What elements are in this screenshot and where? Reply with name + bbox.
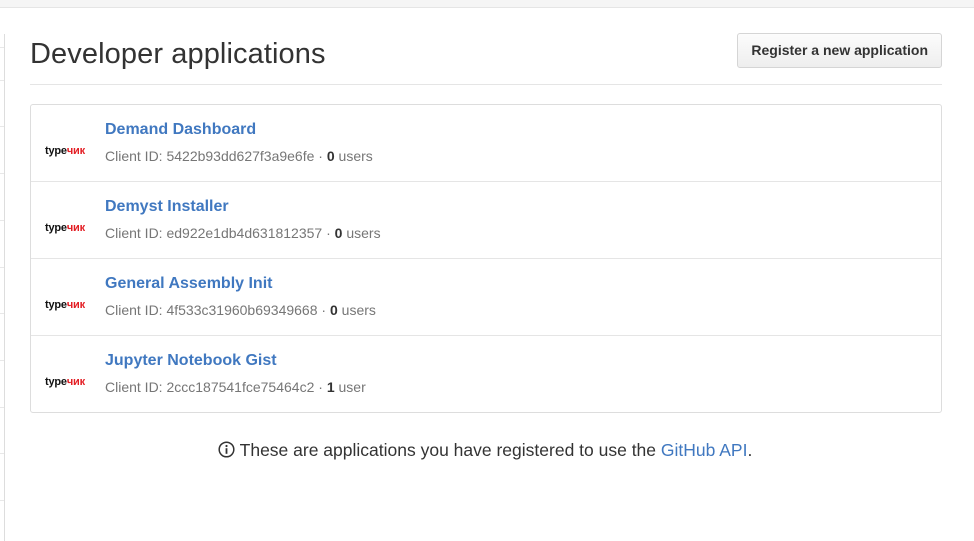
top-strip (0, 0, 974, 8)
nav-divider (0, 47, 4, 48)
nav-divider (0, 126, 4, 127)
page-header: Developer applications Register a new ap… (30, 33, 942, 85)
app-logo: typeчик (45, 277, 93, 325)
github-api-link[interactable]: GitHub API (661, 440, 748, 460)
nav-divider (0, 407, 4, 408)
nav-divider (0, 500, 4, 501)
app-logo-wordmark: typeчик (45, 222, 85, 234)
user-count: 1 (326, 379, 335, 395)
app-logo-wordmark: typeчик (45, 376, 85, 388)
application-meta: Client ID: ed922e1db4d631812357 · 0 user… (105, 225, 381, 241)
footer-note: These are applications you have register… (0, 440, 972, 461)
client-id: 4f533c31960b69349668 (166, 302, 318, 318)
client-id: ed922e1db4d631812357 (166, 225, 323, 241)
application-meta: Client ID: 4f533c31960b69349668 · 0 user… (105, 302, 376, 318)
nav-divider (0, 267, 4, 268)
left-nav-edge (0, 34, 5, 541)
nav-divider (0, 313, 4, 314)
application-row: typeчик Jupyter Notebook Gist Client ID:… (31, 336, 941, 412)
nav-divider (0, 360, 4, 361)
application-name-link[interactable]: Demand Dashboard (105, 121, 256, 139)
application-row: typeчик Demyst Installer Client ID: ed92… (31, 182, 941, 259)
application-meta: Client ID: 2ccc187541fce75464c2 · 1 user (105, 379, 366, 395)
nav-divider (0, 173, 4, 174)
user-count: 0 (329, 302, 338, 318)
client-id: 2ccc187541fce75464c2 (166, 379, 315, 395)
register-new-application-button[interactable]: Register a new application (737, 33, 942, 68)
application-row: typeчик General Assembly Init Client ID:… (31, 259, 941, 336)
app-logo: typeчик (45, 354, 93, 402)
app-logo: typeчик (45, 200, 93, 248)
application-name-link[interactable]: Demyst Installer (105, 198, 229, 216)
nav-divider (0, 80, 4, 81)
application-name-link[interactable]: General Assembly Init (105, 275, 272, 293)
footer-text: These are applications you have register… (239, 440, 661, 460)
nav-divider (0, 220, 4, 221)
page-title: Developer applications (30, 38, 326, 70)
application-list: typeчик Demand Dashboard Client ID: 5422… (30, 104, 942, 413)
application-meta: Client ID: 5422b93dd627f3a9e6fe · 0 user… (105, 148, 373, 164)
app-logo: typeчик (45, 123, 93, 171)
user-count: 0 (326, 148, 335, 164)
application-row: typeчик Demand Dashboard Client ID: 5422… (31, 105, 941, 182)
application-name-link[interactable]: Jupyter Notebook Gist (105, 352, 277, 370)
app-logo-wordmark: typeчик (45, 145, 85, 157)
info-icon (218, 441, 235, 458)
app-logo-wordmark: typeчик (45, 299, 85, 311)
client-id: 5422b93dd627f3a9e6fe (166, 148, 315, 164)
footer-end: . (747, 440, 753, 460)
